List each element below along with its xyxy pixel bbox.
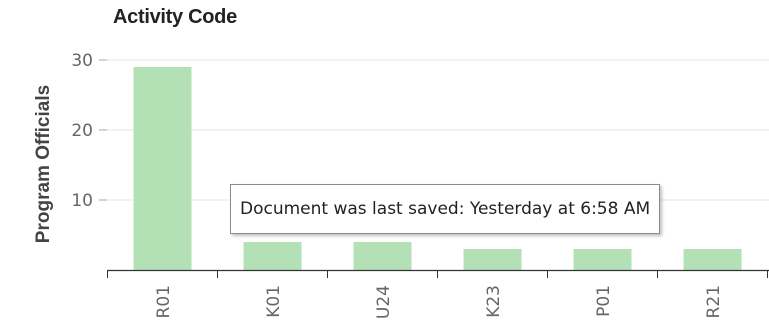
y-tick-label: 30 bbox=[71, 51, 93, 71]
x-tick-label: U24 bbox=[374, 285, 394, 319]
y-tick-label: 10 bbox=[71, 191, 93, 211]
y-axis: 10 20 30 bbox=[71, 51, 107, 211]
bar bbox=[683, 249, 742, 270]
y-axis-label: Program Officials bbox=[33, 85, 54, 243]
y-tick-label: 20 bbox=[71, 121, 93, 141]
x-tick-label: K23 bbox=[484, 285, 504, 318]
save-status-tooltip: Document was last saved: Yesterday at 6:… bbox=[230, 184, 661, 234]
x-tick-label: R21 bbox=[704, 285, 724, 318]
bar bbox=[463, 249, 522, 270]
x-tick-label: K01 bbox=[264, 285, 284, 318]
bar-chart: 10 20 30 R01 K01 U24 K23 P01 R21 Program Offici… bbox=[33, 51, 769, 319]
x-tick-label: R01 bbox=[154, 285, 174, 318]
bar bbox=[573, 249, 632, 270]
gridlines bbox=[107, 59, 769, 201]
bar bbox=[353, 242, 412, 270]
x-axis: R01 K01 U24 K23 P01 R21 bbox=[107, 269, 769, 319]
bar bbox=[243, 242, 302, 270]
bar bbox=[133, 67, 192, 270]
x-tick-label: P01 bbox=[594, 285, 614, 317]
bars bbox=[133, 67, 742, 270]
